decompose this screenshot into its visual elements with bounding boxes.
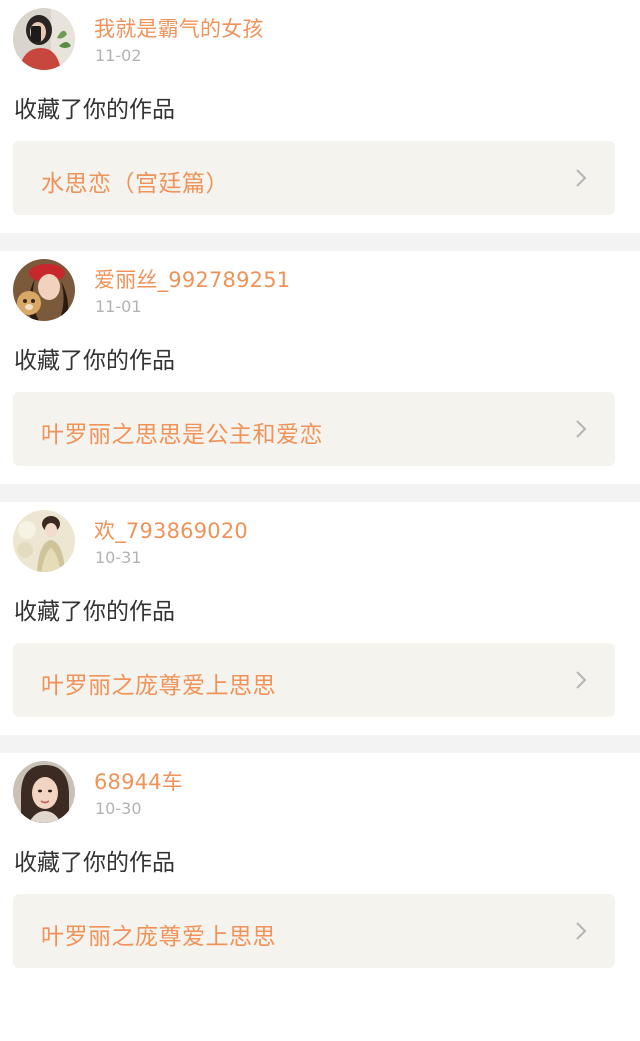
username[interactable]: 我就是霸气的女孩	[94, 13, 264, 43]
chevron-right-icon	[576, 922, 587, 940]
user-avatar[interactable]	[13, 259, 75, 321]
notification-item: 爱丽丝_992789251 11-01 收藏了你的作品 叶罗丽之思思是公主和爱恋	[0, 251, 640, 484]
action-text: 收藏了你的作品	[14, 348, 175, 374]
timestamp: 11-01	[95, 297, 142, 316]
section-divider	[0, 735, 640, 753]
action-text: 收藏了你的作品	[14, 97, 175, 123]
work-link[interactable]: 叶罗丽之庞尊爱上思思	[13, 894, 615, 968]
username[interactable]: 68944车	[94, 766, 183, 796]
section-divider	[0, 484, 640, 502]
notification-feed: 我就是霸气的女孩 11-02 收藏了你的作品 水思恋（宫廷篇） 爱丽丝_9927…	[0, 0, 640, 986]
user-avatar[interactable]	[13, 510, 75, 572]
notification-item: 我就是霸气的女孩 11-02 收藏了你的作品 水思恋（宫廷篇）	[0, 0, 640, 233]
chevron-right-icon	[576, 671, 587, 689]
chevron-right-icon	[576, 420, 587, 438]
notification-item: 欢_793869020 10-31 收藏了你的作品 叶罗丽之庞尊爱上思思	[0, 502, 640, 735]
chevron-right-icon	[576, 169, 587, 187]
action-text: 收藏了你的作品	[14, 850, 175, 876]
section-divider	[0, 233, 640, 251]
user-avatar[interactable]	[13, 761, 75, 823]
work-link[interactable]: 叶罗丽之思思是公主和爱恋	[13, 392, 615, 466]
timestamp: 11-02	[95, 46, 142, 65]
user-avatar[interactable]	[13, 8, 75, 70]
work-title: 叶罗丽之思思是公主和爱恋	[41, 422, 323, 448]
username[interactable]: 爱丽丝_992789251	[94, 264, 290, 294]
work-title: 叶罗丽之庞尊爱上思思	[41, 673, 276, 699]
work-link[interactable]: 叶罗丽之庞尊爱上思思	[13, 643, 615, 717]
timestamp: 10-30	[95, 799, 142, 818]
work-title: 叶罗丽之庞尊爱上思思	[41, 924, 276, 950]
work-link[interactable]: 水思恋（宫廷篇）	[13, 141, 615, 215]
username[interactable]: 欢_793869020	[94, 515, 248, 545]
timestamp: 10-31	[95, 548, 142, 567]
work-title: 水思恋（宫廷篇）	[41, 171, 229, 197]
action-text: 收藏了你的作品	[14, 599, 175, 625]
notification-item: 68944车 10-30 收藏了你的作品 叶罗丽之庞尊爱上思思	[0, 753, 640, 986]
